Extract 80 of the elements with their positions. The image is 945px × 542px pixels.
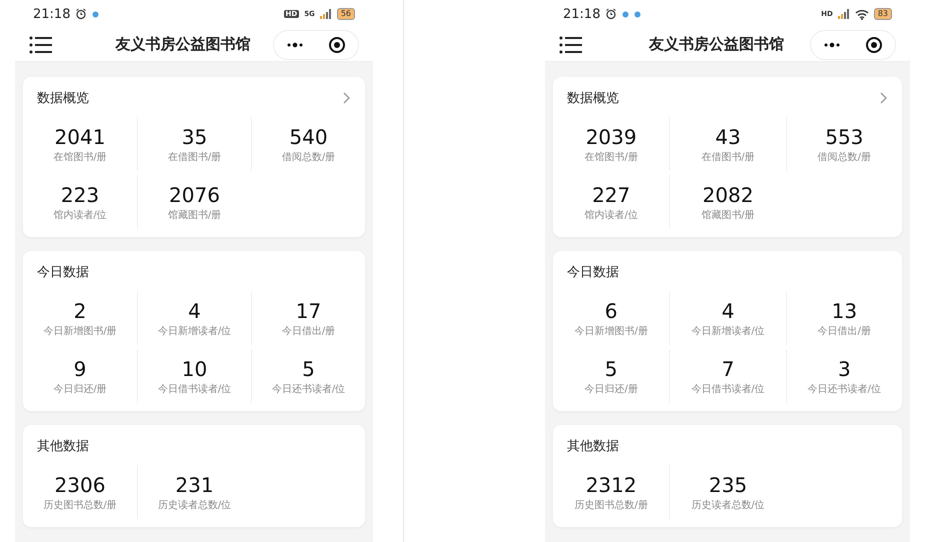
stat-label: 今日新增图书/册 xyxy=(574,324,648,338)
stat-label: 在馆图书/册 xyxy=(584,150,638,164)
stat-label: 今日新增图书/册 xyxy=(43,324,117,338)
card-title: 其他数据 xyxy=(37,438,89,455)
card-title: 其他数据 xyxy=(567,438,619,455)
battery-indicator: 83 xyxy=(874,8,892,20)
stat-value: 2039 xyxy=(586,124,637,150)
notification-dot-icon xyxy=(622,10,630,18)
stat-value: 5 xyxy=(604,356,618,382)
stat-value: 2312 xyxy=(586,472,637,498)
more-icon xyxy=(286,42,304,48)
stat-value: 540 xyxy=(289,124,328,150)
stat-label: 在馆图书/册 xyxy=(53,150,107,164)
stat-value: 2082 xyxy=(702,182,754,208)
stat-value: 227 xyxy=(592,182,630,208)
stat-value: 10 xyxy=(182,356,208,382)
notification-dot-icon xyxy=(634,10,642,18)
stat-label: 今日借书读者/位 xyxy=(158,382,232,396)
stat-value: 9 xyxy=(74,356,86,382)
stat-label: 历史读者总数/位 xyxy=(158,498,232,512)
stat-label: 馆内读者/位 xyxy=(53,208,107,222)
chevron-right-icon[interactable] xyxy=(343,92,351,104)
card-title: 今日数据 xyxy=(37,264,89,281)
notification-dot-icon xyxy=(92,10,100,18)
stat-label: 今日借出/册 xyxy=(818,324,872,338)
stat-value: 553 xyxy=(825,124,864,150)
stat-label: 馆藏图书/册 xyxy=(168,208,222,222)
stat-label: 今日还书读者/位 xyxy=(272,382,346,396)
stat-label: 历史图书总数/册 xyxy=(574,498,648,512)
more-icon xyxy=(823,42,841,48)
stat-value: 223 xyxy=(60,182,100,208)
stat-label: 在借图书/册 xyxy=(168,150,222,164)
stat-label: 今日还书读者/位 xyxy=(808,382,882,396)
stat-value: 5 xyxy=(302,356,315,382)
stat-label: 借阅总数/册 xyxy=(818,150,872,164)
stat-value: 4 xyxy=(188,298,201,324)
stat-value: 231 xyxy=(175,472,214,498)
stat-value: 35 xyxy=(182,124,208,150)
stat-value: 43 xyxy=(715,124,741,150)
stat-label: 今日借书读者/位 xyxy=(691,382,765,396)
card-title: 数据概览 xyxy=(567,90,619,107)
stat-label: 借阅总数/册 xyxy=(282,150,336,164)
menu-icon[interactable] xyxy=(559,34,583,55)
menu-icon[interactable] xyxy=(29,34,53,55)
stat-value: 7 xyxy=(722,356,734,382)
stat-label: 今日归还/册 xyxy=(584,382,638,396)
stat-label: 今日归还/册 xyxy=(53,382,107,396)
target-icon xyxy=(865,36,883,54)
stat-value: 13 xyxy=(832,298,858,324)
target-icon xyxy=(328,36,346,54)
chevron-right-icon[interactable] xyxy=(880,92,888,104)
stat-value: 2 xyxy=(74,298,86,324)
stat-label: 馆内读者/位 xyxy=(584,208,638,222)
stat-label: 历史读者总数/位 xyxy=(691,498,765,512)
stat-value: 6 xyxy=(604,298,618,324)
stat-label: 今日借出/册 xyxy=(282,324,336,338)
alarm-clock-icon xyxy=(605,8,618,20)
stat-label: 馆藏图书/册 xyxy=(701,208,755,222)
signal-icon xyxy=(320,9,332,20)
stat-value: 2076 xyxy=(169,182,220,208)
stat-value: 4 xyxy=(722,298,734,324)
stat-value: 2041 xyxy=(54,124,106,150)
stat-value: 17 xyxy=(296,298,322,324)
card-title: 今日数据 xyxy=(567,264,619,281)
stat-label: 今日新增读者/位 xyxy=(691,324,765,338)
stat-label: 历史图书总数/册 xyxy=(43,498,117,512)
wifi-icon xyxy=(854,8,869,20)
stat-label: 今日新增读者/位 xyxy=(158,324,232,338)
alarm-clock-icon xyxy=(75,8,88,20)
stat-value: 3 xyxy=(838,356,851,382)
card-title: 数据概览 xyxy=(37,90,89,107)
status-time: 21:18 xyxy=(33,6,70,22)
battery-indicator: 56 xyxy=(336,8,355,20)
stat-value: 235 xyxy=(708,472,748,498)
signal-icon xyxy=(838,9,850,20)
app-title: 友义书房公益图书馆 xyxy=(648,35,785,54)
app-title: 友义书房公益图书馆 xyxy=(114,35,252,54)
status-time: 21:18 xyxy=(563,6,600,22)
stat-label: 在借图书/册 xyxy=(701,150,755,164)
stat-value: 2306 xyxy=(54,472,106,498)
